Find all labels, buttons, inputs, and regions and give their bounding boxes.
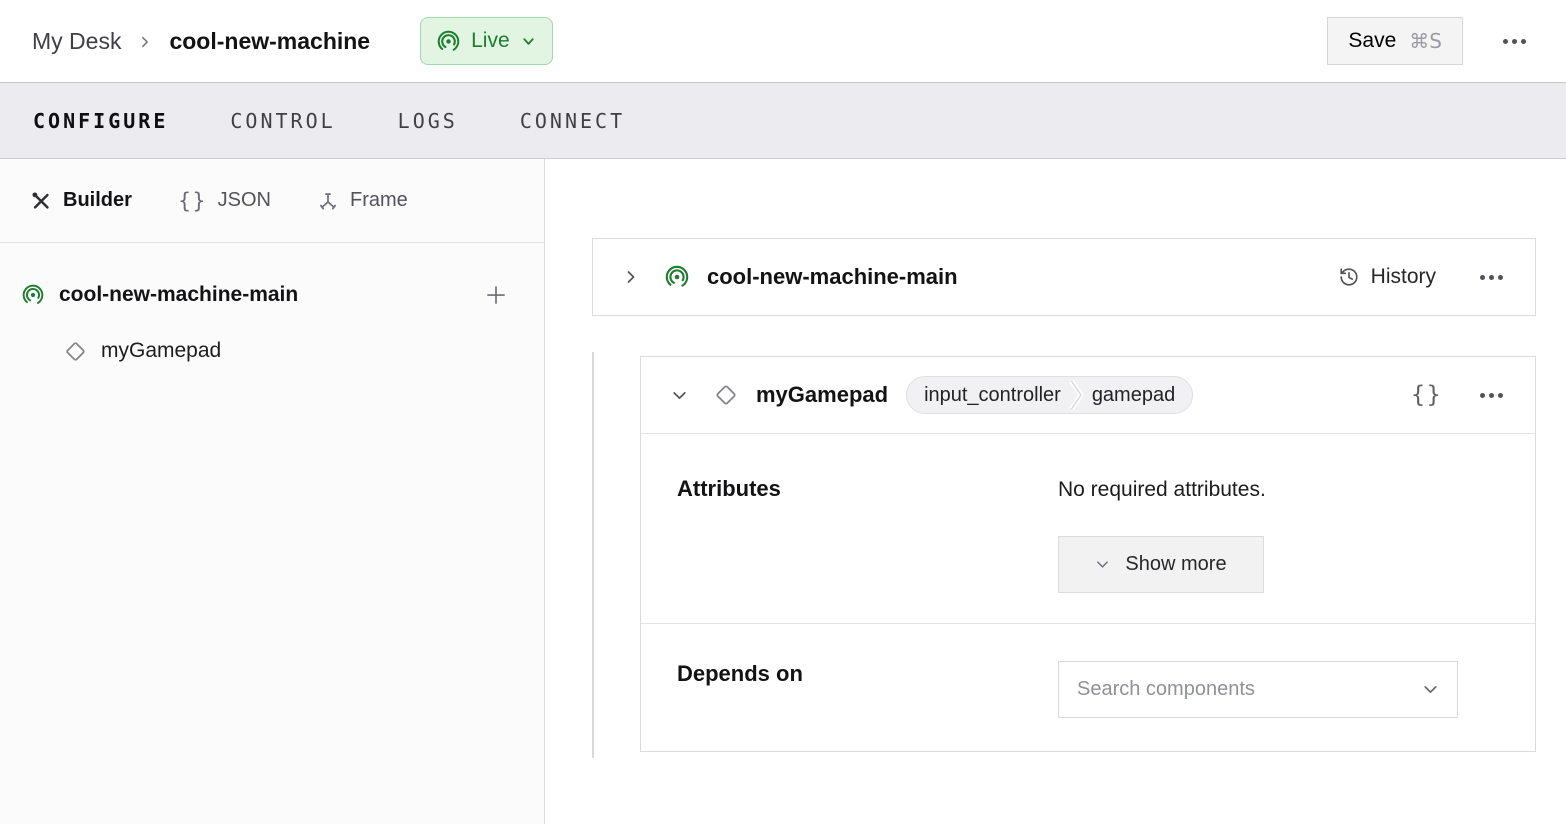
breadcrumb-current: cool-new-machine (169, 28, 370, 55)
badge-api-type: input_controller (907, 384, 1069, 407)
tree-item-label: myGamepad (101, 339, 221, 363)
part-card-menu-button[interactable] (1478, 269, 1505, 286)
chevron-down-icon (521, 34, 536, 49)
part-card-title: cool-new-machine-main (707, 264, 958, 290)
chevron-down-icon (1095, 557, 1110, 572)
top-header: My Desk cool-new-machine Live Save ⌘S (0, 0, 1566, 82)
breadcrumb-separator-icon (138, 35, 152, 49)
ellipsis-icon (1480, 393, 1485, 398)
depends-on-label: Depends on (677, 661, 1058, 718)
view-mode-toggle: Builder {} JSON Frame (0, 159, 544, 243)
chevron-down-icon (1422, 681, 1439, 698)
content-area: Builder {} JSON Frame (0, 159, 1566, 824)
component-diamond-icon (713, 382, 739, 408)
chevron-down-icon[interactable] (671, 387, 688, 404)
save-shortcut: ⌘S (1409, 29, 1442, 53)
history-icon (1338, 266, 1360, 288)
tab-configure[interactable]: CONFIGURE (33, 109, 168, 133)
view-mode-frame[interactable]: Frame (317, 189, 408, 212)
tab-connect[interactable]: CONNECT (520, 109, 625, 133)
frame-axes-icon (317, 190, 339, 212)
attributes-section: Attributes No required attributes. Show … (641, 434, 1535, 624)
add-component-button[interactable] (483, 282, 509, 308)
config-main-pane: cool-new-machine-main History (545, 159, 1566, 824)
view-mode-builder[interactable]: Builder (30, 189, 132, 212)
attributes-label: Attributes (677, 476, 1058, 593)
show-more-label: Show more (1125, 553, 1226, 576)
view-mode-json[interactable]: {} JSON (178, 189, 271, 213)
chevron-right-icon[interactable] (623, 269, 639, 285)
app-window: My Desk cool-new-machine Live Save ⌘S CO (0, 0, 1566, 824)
config-sidebar: Builder {} JSON Frame (0, 159, 545, 824)
machine-status-live-button[interactable]: Live (420, 17, 553, 65)
plus-icon (483, 282, 509, 308)
component-card-title: myGamepad (756, 382, 888, 408)
machine-tabbar: CONFIGURE CONTROL LOGS CONNECT (0, 82, 1566, 159)
depends-on-section: Depends on (641, 624, 1535, 751)
search-components-input[interactable] (1077, 678, 1422, 701)
machine-part-icon (665, 265, 689, 289)
badge-model-type: gamepad (1084, 384, 1192, 407)
braces-icon: {} (178, 189, 207, 213)
ellipsis-icon (1503, 39, 1508, 44)
show-more-button[interactable]: Show more (1058, 536, 1264, 593)
tab-logs[interactable]: LOGS (398, 109, 458, 133)
view-mode-label: JSON (218, 189, 271, 212)
tree-item-machine-part[interactable]: cool-new-machine-main (0, 272, 544, 318)
tools-icon (30, 190, 52, 212)
broadcast-icon (437, 30, 460, 53)
tab-control[interactable]: CONTROL (230, 109, 335, 133)
attributes-empty-message: No required attributes. (1058, 476, 1499, 502)
breadcrumb-parent-link[interactable]: My Desk (32, 28, 121, 55)
tree-item-label: cool-new-machine-main (59, 283, 298, 307)
view-mode-label: Frame (350, 189, 408, 212)
component-card-wrapper: myGamepad input_controller gamepad {} (640, 356, 1536, 752)
component-card-header: myGamepad input_controller gamepad {} (641, 357, 1535, 434)
save-label: Save (1348, 29, 1396, 53)
component-type-badge: input_controller gamepad (906, 376, 1193, 414)
live-label: Live (471, 29, 510, 53)
ellipsis-icon (1480, 275, 1485, 280)
component-diamond-icon (63, 339, 88, 364)
raw-json-toggle-button[interactable]: {} (1411, 382, 1442, 408)
history-button[interactable]: History (1338, 265, 1436, 289)
header-overflow-menu-button[interactable] (1495, 31, 1534, 52)
history-label: History (1371, 265, 1436, 289)
badge-separator-icon (1069, 376, 1084, 414)
view-mode-label: Builder (63, 189, 132, 212)
component-tree: cool-new-machine-main myGamepad (0, 243, 544, 370)
tree-item-mygamepad[interactable]: myGamepad (0, 332, 544, 370)
component-card-menu-button[interactable] (1478, 387, 1505, 404)
breadcrumb: My Desk cool-new-machine (32, 28, 370, 55)
machine-part-icon (22, 284, 44, 306)
machine-part-card: cool-new-machine-main History (592, 238, 1536, 316)
save-button[interactable]: Save ⌘S (1327, 17, 1463, 65)
depends-on-select[interactable] (1058, 661, 1458, 718)
component-card: myGamepad input_controller gamepad {} (640, 356, 1536, 752)
